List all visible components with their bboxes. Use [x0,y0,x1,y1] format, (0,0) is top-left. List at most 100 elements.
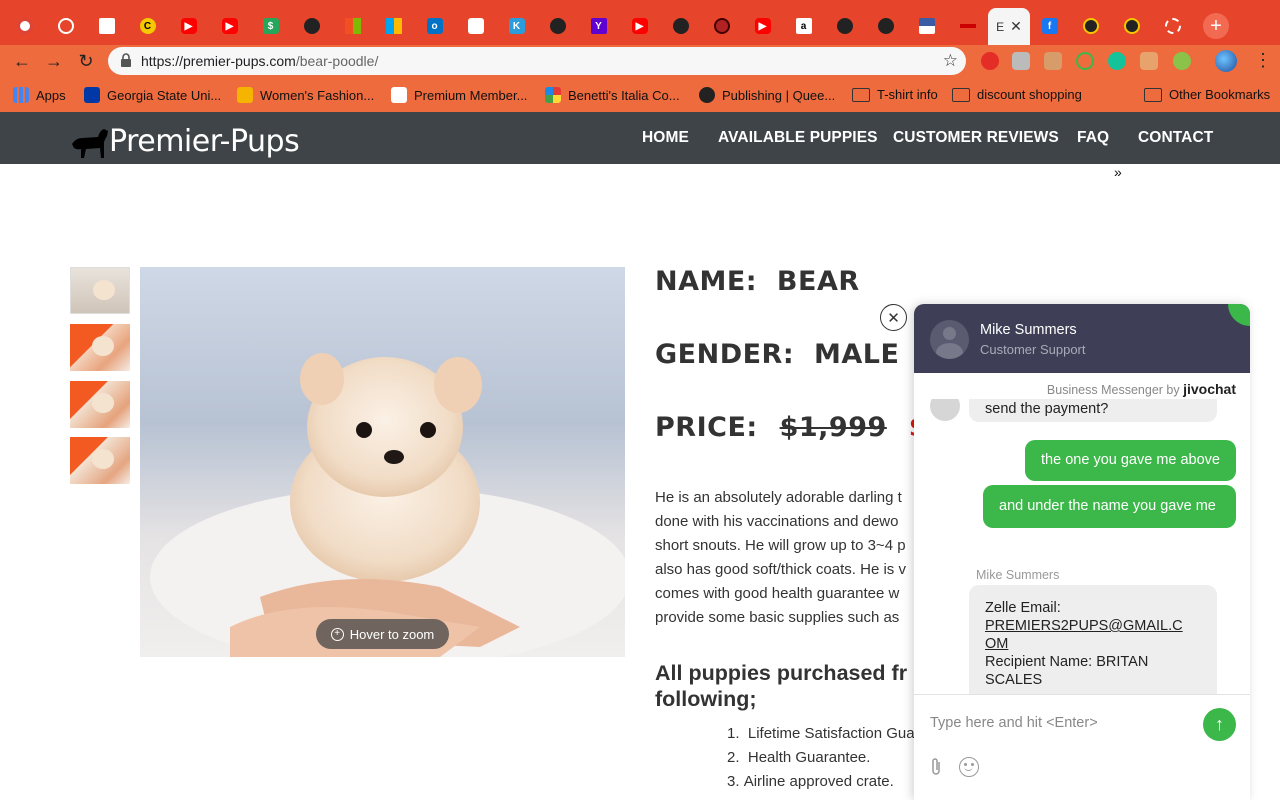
profile-avatar-icon[interactable] [1215,50,1237,72]
tab-youtube-3[interactable]: ▶ [619,10,660,42]
tab-amazon[interactable]: a [783,10,824,42]
bookmark-gsu[interactable]: Georgia State Uni... [84,87,221,103]
tab-youtube-4[interactable]: ▶ [742,10,783,42]
gallery-thumbnail-3[interactable] [70,381,130,428]
list-item-text: Health Guarantee. [747,749,871,766]
tab-youtube-1[interactable]: ▶ [168,10,209,42]
tab-close-icon[interactable]: ✕ [1010,18,1022,35]
nav-customer-reviews[interactable]: CUSTOMER REVIEWS [893,129,1059,147]
tab-money[interactable]: $ [250,10,291,42]
email-link[interactable]: OM [985,635,1201,653]
tab-chrome[interactable] [4,10,45,42]
bookmark-label: Premium Member... [414,87,528,103]
tab-chart[interactable] [86,10,127,42]
reload-icon[interactable]: ↻ [74,49,98,73]
tab-loading[interactable] [1152,10,1193,42]
tab-globe-5[interactable] [865,10,906,42]
opera-extension-icon[interactable] [981,52,999,70]
tab-microsoft-2[interactable] [373,10,414,42]
bookmark-apps[interactable]: Apps [13,87,66,103]
send-button[interactable]: ↑ [1203,708,1236,741]
online-status-icon [1228,304,1250,326]
tab-active[interactable]: E ✕ [988,8,1030,45]
message-text: the one you gave me above [1041,452,1220,468]
site-header: Premier-Pups HOME AVAILABLE PUPPIES CUST… [0,112,1280,164]
tab-microsoft-1[interactable] [332,10,373,42]
nav-available-puppies[interactable]: AVAILABLE PUPPIES [718,129,878,147]
tab-globe-4[interactable] [824,10,865,42]
user-message: and under the name you gave me [983,485,1236,528]
bookmark-star-icon[interactable]: ☆ [943,51,958,71]
email-link[interactable]: PREMIERS2PUPS@GMAIL.C [985,617,1201,635]
paperclip-icon[interactable] [929,757,943,782]
back-arrow-icon[interactable]: ← [10,49,34,73]
bookmark-folder-tshirt[interactable]: T-shirt info [852,87,938,102]
address-bar[interactable]: https://premier-pups.com/bear-poodle/ ☆ [108,47,966,75]
nav-home[interactable]: HOME [642,129,689,147]
tab-settings[interactable] [45,10,86,42]
tab-pin-2[interactable] [1111,10,1152,42]
agent-small-avatar [930,399,960,421]
tab-globe-1[interactable] [291,10,332,42]
globe-icon [672,18,689,34]
message-line: Recipient Name: BRITAN [985,654,1149,670]
tab-red-circle[interactable] [701,10,742,42]
arrow-up-icon: ↑ [1215,714,1224,734]
forward-arrow-icon[interactable]: → [42,49,66,73]
chat-input[interactable]: Type here and hit <Enter> [930,715,1098,731]
url-text: https://premier-pups.com/bear-poodle/ [141,53,378,69]
name-label: NAME: [655,266,758,297]
bookmark-label: Apps [36,87,66,103]
tab-youtube-2[interactable]: ▶ [209,10,250,42]
chat-input-area: Type here and hit <Enter> ↑ [914,694,1250,800]
tab-flag[interactable] [906,10,947,42]
folder-icon [852,87,870,102]
tab-facebook[interactable]: f [1029,10,1070,42]
coupon-extension-icon[interactable] [1140,52,1158,70]
chat-extension-icon[interactable] [1076,52,1094,70]
tab-globe-3[interactable] [660,10,701,42]
gallery-thumbnail-1[interactable] [70,267,130,314]
bookmark-folder-other[interactable]: Other Bookmarks [1144,87,1270,102]
tab-pin-1[interactable] [1070,10,1111,42]
emoji-icon[interactable] [959,757,979,777]
gallery-thumbnail-4[interactable] [70,437,130,484]
chat-close-button[interactable]: ✕ [880,304,907,331]
bookmark-benetti[interactable]: Benetti's Italia Co... [545,87,680,103]
tab-red-line[interactable] [947,10,988,42]
agent-message: send the payment? [969,399,1217,422]
main-product-photo[interactable]: + Hover to zoom [140,267,625,657]
tab-globe-2[interactable] [537,10,578,42]
premium-icon [391,87,407,103]
tab-shield[interactable] [455,10,496,42]
bookmark-fashion[interactable]: Women's Fashion... [237,87,374,103]
youtube-icon: ▶ [754,18,771,34]
calendar-extension-icon[interactable] [1044,52,1062,70]
bookmark-premium[interactable]: Premium Member... [391,87,527,103]
leaf-extension-icon[interactable] [1173,52,1191,70]
gallery-thumbnail-2[interactable] [70,324,130,371]
tab-outlook[interactable]: o [414,10,455,42]
bookmark-publishing[interactable]: Publishing | Quee... [699,87,835,103]
tab-k[interactable]: K [496,10,537,42]
powered-by[interactable]: Business Messenger by jivochat [1047,381,1236,397]
new-tab-button[interactable]: + [1203,13,1229,39]
globe-icon [877,18,894,34]
browser-menu-icon[interactable]: ⋮ [1254,50,1272,71]
nav-contact[interactable]: CONTACT [1138,129,1213,147]
bookmark-folder-discount[interactable]: discount shopping [952,87,1082,102]
bookmarks-overflow-icon[interactable]: » [1114,164,1122,180]
puppy-thumb-image [92,336,114,356]
site-logo[interactable]: Premier-Pups [70,124,300,160]
tab-yahoo[interactable]: Y [578,10,619,42]
map-pin-icon [1082,18,1099,34]
zoom-hint-text: Hover to zoom [349,626,435,642]
tab-yellow[interactable]: C [127,10,168,42]
nav-faq[interactable]: FAQ [1077,129,1109,147]
grammarly-icon[interactable] [1108,52,1126,70]
list-item-text: Lifetime Satisfaction Gua [747,725,915,742]
bar-chart-icon [98,18,115,34]
extension-puzzle-icon[interactable] [1012,52,1030,70]
chat-messages[interactable]: send the payment? the one you gave me ab… [914,399,1250,694]
bookmark-label: Georgia State Uni... [107,87,222,103]
